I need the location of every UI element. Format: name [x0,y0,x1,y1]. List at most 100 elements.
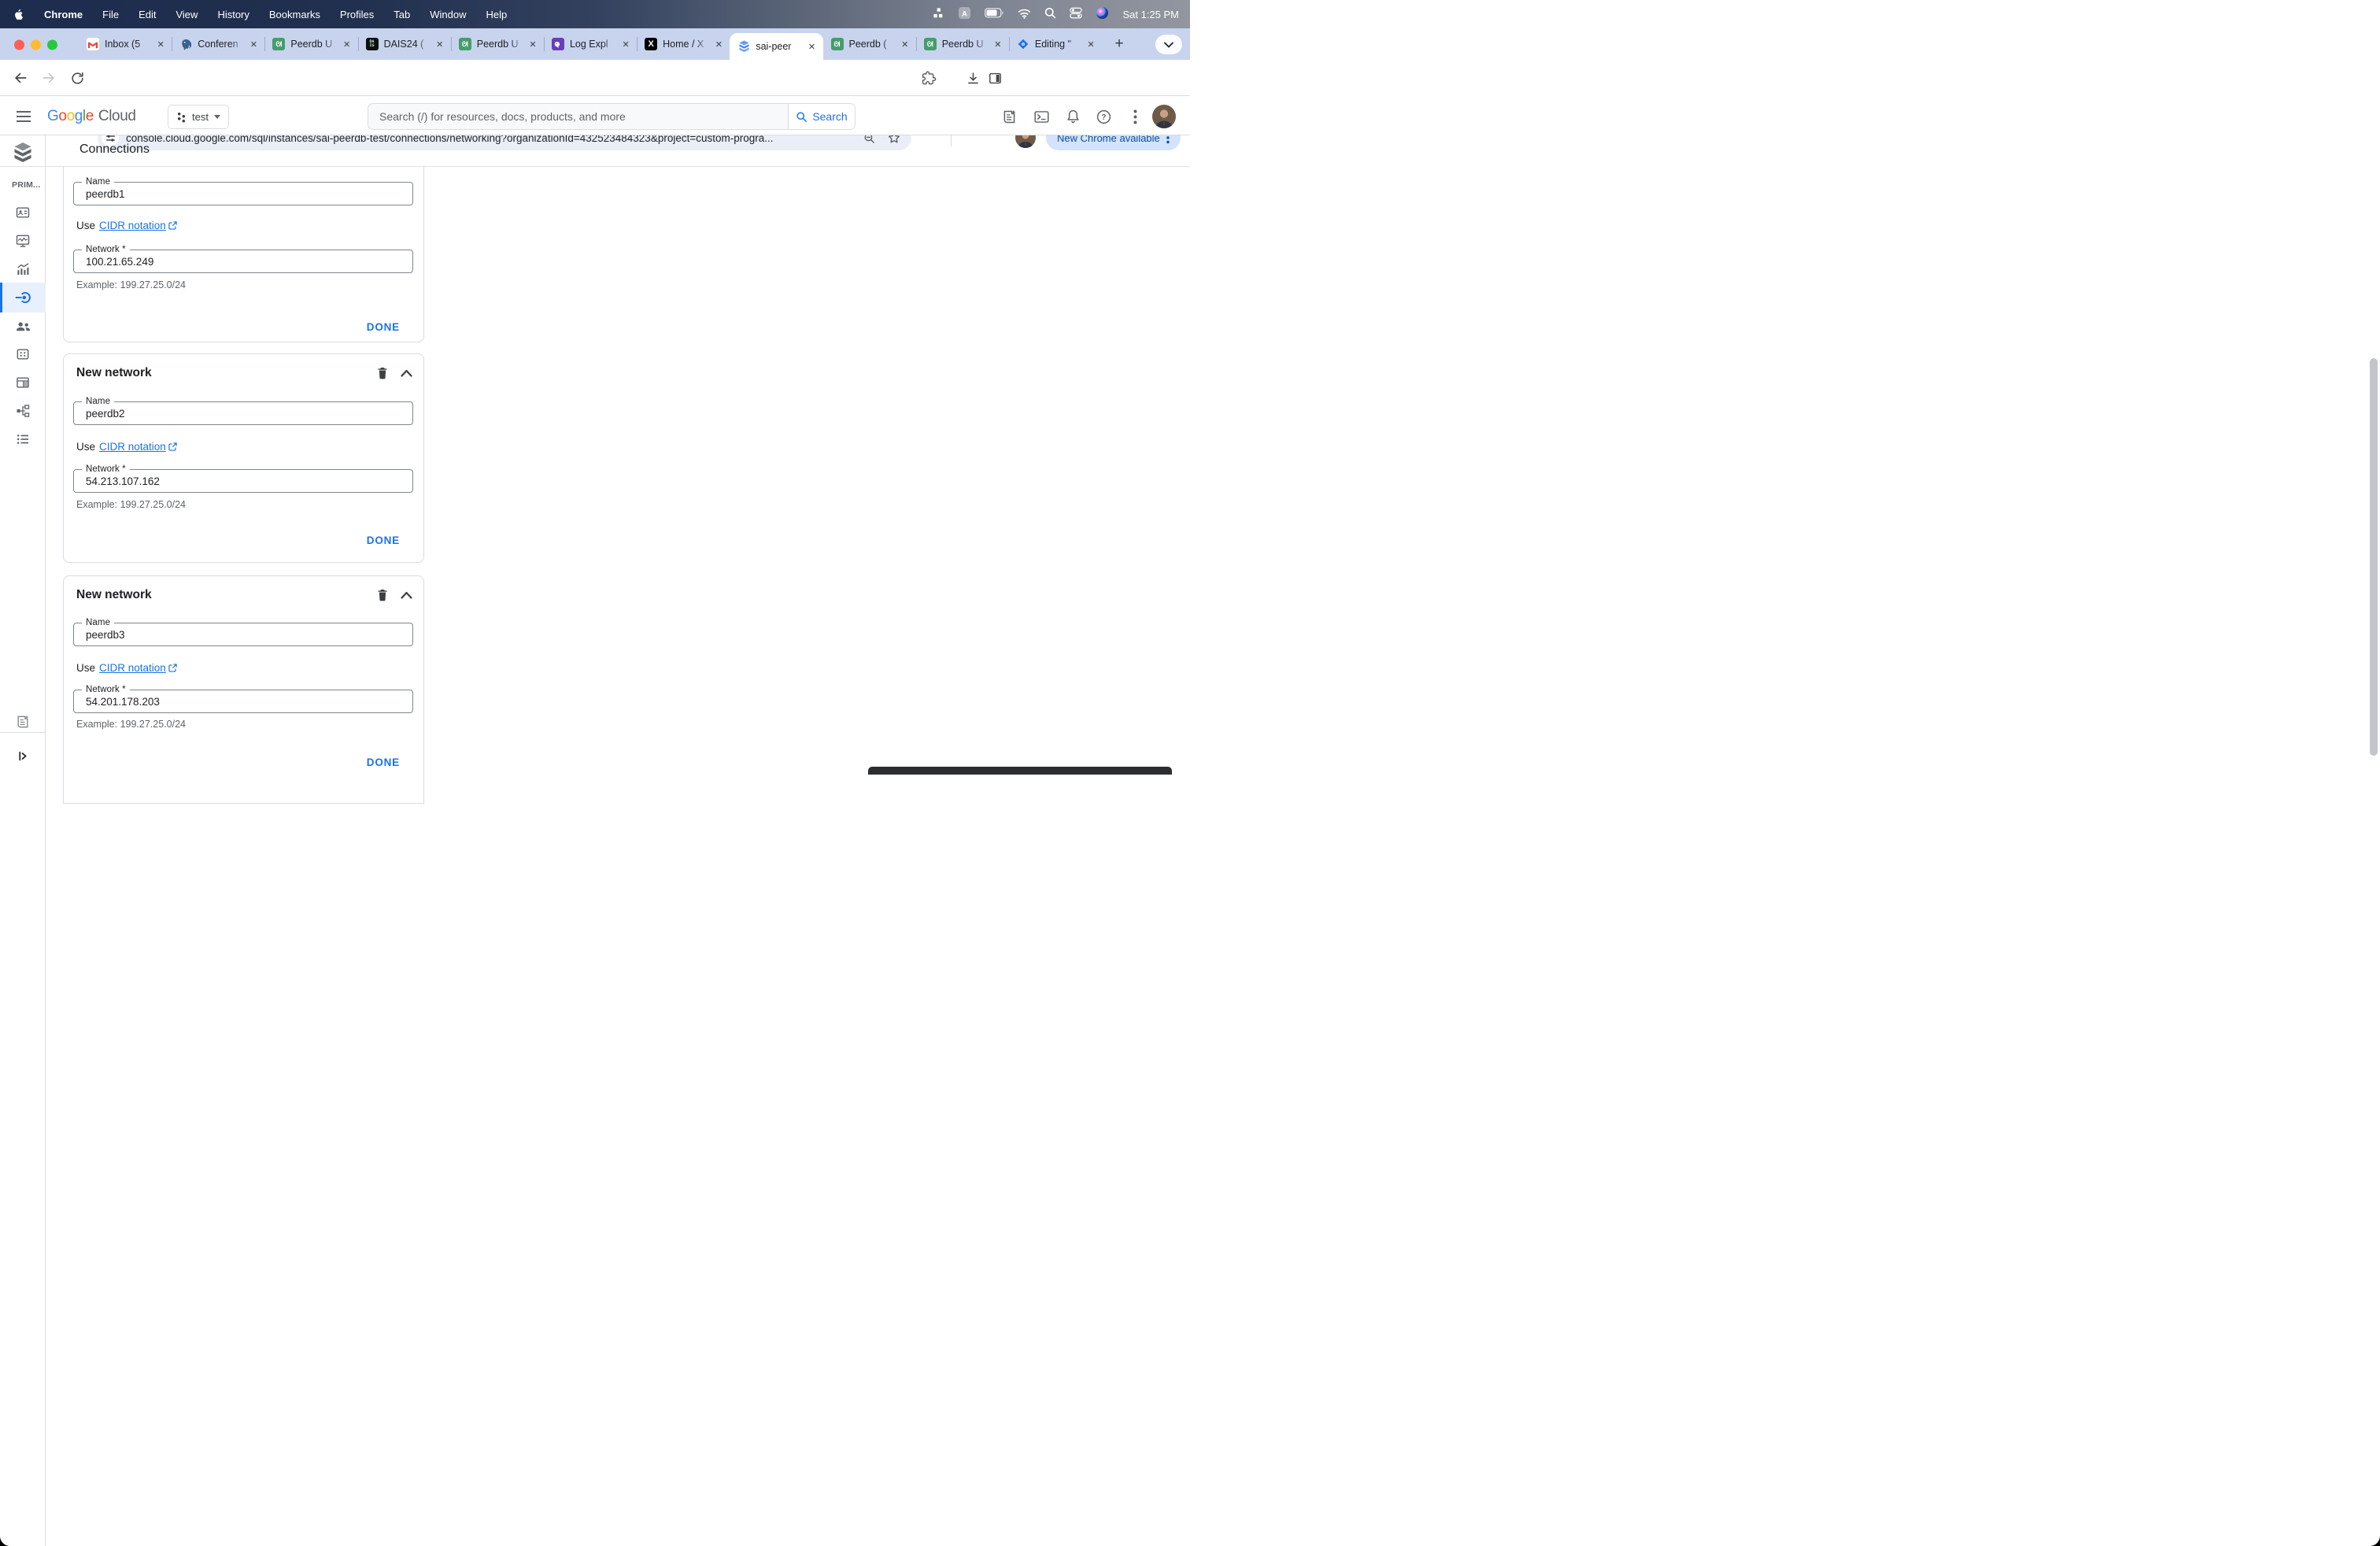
tab-inbox[interactable]: Inbox (5 ✕ [79,28,172,60]
menubar-item-bookmarks[interactable]: Bookmarks [269,9,320,20]
tab-sai-peerdb-active[interactable]: sai-peer ✕ [730,33,823,60]
account-avatar[interactable] [1152,105,1176,128]
back-button[interactable] [11,68,30,87]
tab-peerdb-2[interactable]: ᘛ Peerdb U ✕ [450,28,544,60]
menubar-item-profiles[interactable]: Profiles [340,9,374,20]
forward-button[interactable] [39,68,58,87]
side-panel-icon[interactable] [985,68,1004,87]
cidr-notation-link[interactable]: CIDR notation [99,441,177,453]
tab-peerdb-4[interactable]: ᘛ Peerdb U ✕ [915,28,1009,60]
menubar-item-tab[interactable]: Tab [394,9,410,20]
sidebar-item-system-insights[interactable] [0,226,46,256]
a-app-icon[interactable]: A [958,6,971,22]
stats-blocks-icon[interactable] [933,7,944,21]
tab-editing[interactable]: Editing " ✕ [1008,28,1102,60]
tab-dais24[interactable]: DA IS DAIS24 ( ✕ [357,28,451,60]
tab-close-icon[interactable]: ✕ [527,38,539,50]
menubar-item-edit[interactable]: Edit [139,9,156,20]
release-notes-panel-icon[interactable] [13,712,32,731]
name-field[interactable]: Name peerdb1 [73,177,413,205]
apple-menu-icon[interactable] [13,8,24,21]
project-selector[interactable]: test [168,105,229,129]
tab-close-icon[interactable]: ✕ [619,38,632,50]
tab-close-icon[interactable]: ✕ [899,38,911,50]
name-field[interactable]: Name peerdb2 [73,397,413,425]
tab-close-icon[interactable]: ✕ [434,38,446,50]
more-options-icon[interactable] [1126,108,1144,125]
sidebar-item-query-insights[interactable] [0,254,46,284]
overview-icon [16,207,30,218]
sidebar-item-operations[interactable] [0,424,46,454]
delete-network-button[interactable] [373,586,392,605]
tab-log-explorer[interactable]: Log Expl ✕ [543,28,637,60]
hamburger-menu-icon[interactable] [16,109,31,124]
network-field[interactable]: Network * 54.201.178.203 [73,685,413,713]
wifi-icon[interactable] [1018,8,1031,21]
x-icon: X [645,38,658,50]
new-tab-button[interactable]: + [1110,35,1129,54]
battery-icon[interactable] [985,8,1004,20]
search-input[interactable]: Search (/) for resources, docs, products… [368,104,788,129]
cidr-notation-link[interactable]: CIDR notation [99,220,177,231]
network-field[interactable]: Network * 54.213.107.162 [73,464,413,493]
tab-close-icon[interactable]: ✕ [247,38,260,50]
notifications-bell-icon[interactable] [1064,108,1081,125]
spotlight-search-icon[interactable] [1044,7,1056,21]
name-field[interactable]: Name peerdb3 [73,618,413,646]
sidebar-item-backups[interactable] [0,368,46,398]
extensions-icon[interactable] [919,68,938,87]
tab-peerdb-1[interactable]: ᘛ Peerdb U ✕ [264,28,357,60]
search-button-label: Search [812,110,848,123]
delete-network-button[interactable] [373,364,392,383]
vertical-scrollbar-thumb[interactable] [2370,358,2378,756]
network-field-value: 54.201.178.203 [86,696,160,708]
page-title: Connections [79,142,150,156]
sidebar-item-connections[interactable] [0,283,46,313]
menubar-item-chrome[interactable]: Chrome [44,9,83,20]
help-icon[interactable]: ? [1095,108,1112,125]
cloud-shell-icon[interactable] [1033,108,1050,125]
sidebar-item-users[interactable] [0,311,46,341]
zoom-window-button[interactable] [47,39,57,50]
collapse-card-button[interactable] [397,364,416,383]
tab-conference[interactable]: Conferen ✕ [172,28,264,60]
menubar-item-file[interactable]: File [102,9,119,20]
cloud-sql-product-icon[interactable] [13,142,33,168]
tab-close-icon[interactable]: ✕ [154,38,167,50]
tab-close-icon[interactable]: ✕ [1085,38,1097,50]
sidebar-item-databases[interactable] [0,339,46,369]
project-name: test [192,111,209,123]
minimize-window-button[interactable] [31,39,41,50]
search-button[interactable]: Search [788,104,855,129]
tab-close-icon[interactable]: ✕ [341,38,353,50]
menubar-clock[interactable]: Sat 1:25 PM [1122,9,1179,20]
downloads-icon[interactable] [963,68,982,87]
tab-close-icon[interactable]: ✕ [992,38,1004,50]
close-window-button[interactable] [14,39,24,50]
collapse-card-button[interactable] [397,586,416,605]
done-button[interactable]: DONE [367,756,400,768]
google-cloud-logo[interactable]: Google Cloud [47,108,136,125]
network-field[interactable]: Network * 100.21.65.249 [73,245,413,273]
network-helper-text: Example: 199.27.25.0/24 [76,499,186,510]
tab-peerdb-3[interactable]: ᘛ Peerdb ( ✕ [823,28,916,60]
release-notes-icon[interactable] [1000,108,1018,125]
sidebar-item-replicas[interactable] [0,396,46,426]
tab-close-icon[interactable]: ✕ [712,38,725,50]
cloud-sql-icon [737,40,750,53]
menubar-item-history[interactable]: History [217,9,249,20]
done-button[interactable]: DONE [367,534,400,546]
siri-icon[interactable] [1096,6,1109,22]
tab-close-icon[interactable]: ✕ [806,40,819,53]
cidr-notation-link[interactable]: CIDR notation [99,662,177,674]
done-button[interactable]: DONE [367,321,400,333]
expand-sidebar-icon[interactable] [13,746,32,765]
menubar-item-help[interactable]: Help [486,9,508,20]
menubar-item-window[interactable]: Window [430,9,466,20]
tab-search-button[interactable] [1155,35,1182,54]
control-center-icon[interactable] [1070,7,1083,21]
tab-x-home[interactable]: X Home / X ✕ [637,28,730,60]
reload-button[interactable] [68,68,87,87]
menubar-item-view[interactable]: View [176,9,198,20]
sidebar-item-overview[interactable] [0,198,46,227]
